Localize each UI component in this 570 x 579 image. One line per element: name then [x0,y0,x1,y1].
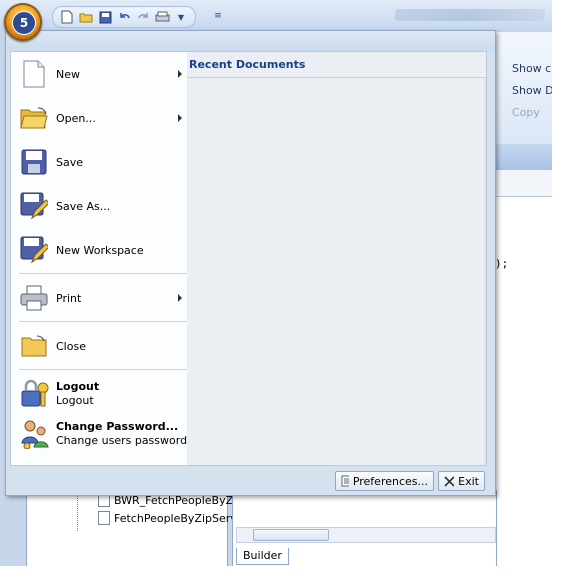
close-icon [444,475,455,487]
tree-lines [77,491,100,531]
menu-item-label: Save [56,155,84,169]
tree-item-label: FetchPeopleByZipServ [114,511,237,525]
submenu-arrow-icon [178,114,182,122]
menu-item-label: New Workspace [56,243,144,257]
new-doc-icon[interactable] [59,9,75,25]
recent-documents-panel: Recent Documents [187,51,487,466]
print-icon[interactable] [154,9,170,25]
preferences-button[interactable]: Preferences... [335,471,434,491]
logout-title: Logout [56,380,100,393]
document-icon [98,511,110,525]
submenu-arrow-icon [178,294,182,302]
application-menu: New Open... Save Save As... New Workspac… [5,30,496,496]
menu-item-save[interactable]: Save [11,140,187,184]
customize-icon[interactable]: ≡ [210,8,226,24]
copy-button[interactable]: Copy [512,106,540,119]
code-editor[interactable] [495,170,552,566]
menu-commands: New Open... Save Save As... New Workspac… [10,51,188,466]
dropdown-icon[interactable]: ▼ [173,9,189,25]
printer-icon [19,283,49,313]
submenu-arrow-icon [178,70,182,78]
show-button-1[interactable]: Show c [512,62,551,75]
change-password-subtitle: Change users password [56,434,188,447]
undo-icon[interactable] [116,9,132,25]
tree-item[interactable]: FetchPeopleByZipServ [98,511,237,525]
application-orb-button[interactable]: 5 [4,3,42,41]
users-key-icon [19,418,51,450]
show-button-2[interactable]: Show De [512,84,552,97]
ribbon-band [495,144,552,170]
save-as-icon [19,191,49,221]
code-fragment: ); [495,257,509,270]
orb-label: 5 [12,11,36,35]
menu-top-strip [6,31,495,51]
recent-documents-title: Recent Documents [187,52,486,78]
menu-item-label: Close [56,339,86,353]
menu-item-label: Open... [56,111,96,125]
close-folder-icon [19,331,49,361]
tab-builder[interactable]: Builder [236,548,289,565]
exit-label: Exit [458,474,479,488]
menu-item-label: Save As... [56,199,111,213]
preferences-icon [341,475,349,487]
menu-item-change-password[interactable]: Change Password... Change users password [11,414,187,454]
change-password-title: Change Password... [56,420,179,433]
window-title [395,9,545,21]
exit-button[interactable]: Exit [438,471,485,491]
menu-item-save-as[interactable]: Save As... [11,184,187,228]
ribbon-group: Show c Show De Copy [495,32,552,144]
menu-item-new[interactable]: New [11,52,187,96]
recent-documents-scrollbar[interactable] [484,79,486,464]
menu-item-new-workspace[interactable]: New Workspace [11,228,187,272]
code-editor-bar [495,170,552,197]
menu-item-label: New [56,67,80,81]
preferences-label: Preferences... [352,474,428,488]
menu-item-close[interactable]: Close [11,324,187,368]
menu-item-logout[interactable]: Logout Logout [11,374,187,414]
new-workspace-icon [19,235,49,265]
menu-separator [19,369,187,370]
open-folder-icon [19,103,49,133]
scrollbar-thumb[interactable] [253,529,329,541]
menu-item-print[interactable]: Print [11,276,187,320]
save-icon[interactable] [97,9,113,25]
menu-item-label: Print [56,291,82,305]
menu-separator [19,273,187,274]
horizontal-scrollbar[interactable] [236,527,496,543]
save-disk-icon [19,147,49,177]
new-document-icon [19,59,49,89]
quick-access-toolbar: ▼ ≡ [0,0,552,33]
redo-icon[interactable] [135,9,151,25]
open-folder-icon[interactable] [78,9,94,25]
quick-access-icons: ▼ [52,6,196,28]
logout-subtitle: Logout [56,394,94,407]
padlock-key-icon [19,378,51,410]
menu-item-open[interactable]: Open... [11,96,187,140]
menu-separator [19,321,187,322]
